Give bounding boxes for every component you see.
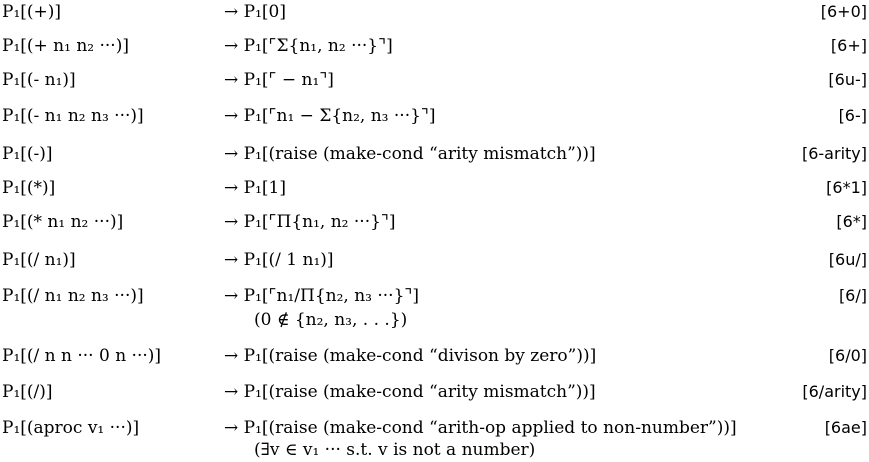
rule-rhs: → P₁[⌜n₁ − Σ{n₂, n₃ ···}⌝] (224, 106, 436, 126)
rule-lhs: P₁[(+)] (2, 2, 62, 22)
rule-side-condition: (∃v ∈ v₁ ··· s.t. v is not a number) (254, 440, 536, 460)
rule-rhs: → P₁[⌜Π{n₁, n₂ ···}⌝] (224, 212, 396, 232)
rule-row: P₁[(-)] → P₁[(raise (make-cond “arity mi… (0, 142, 869, 166)
rule-tag: [6/arity] (802, 382, 867, 401)
rule-rhs: → P₁[⌜n₁/Π{n₂, n₃ ···}⌝] (224, 286, 420, 306)
rule-row: P₁[(- n₁)] → P₁[⌜ − n₁⌝] [6u-] (0, 68, 869, 92)
rule-tag: [6/0] (828, 346, 867, 365)
rule-side-condition: (0 ∉ {n₂, n₃, . . .}) (254, 310, 408, 330)
rule-tag: [6u/] (828, 250, 867, 269)
rule-lhs: P₁[(aproc v₁ ···)] (2, 418, 140, 438)
rule-lhs: P₁[(/)] (2, 382, 53, 402)
rule-tag: [6ae] (824, 418, 867, 437)
rule-rhs: → P₁[0] (224, 2, 286, 22)
rule-row: P₁[(aproc v₁ ···)] → P₁[(raise (make-con… (0, 416, 869, 440)
rule-tag: [6*1] (826, 178, 867, 197)
rule-lhs: P₁[(-)] (2, 144, 53, 164)
rule-row: P₁[(/ n₁)] → P₁[(/ 1 n₁)] [6u/] (0, 248, 869, 272)
rule-tag: [6-] (838, 106, 867, 125)
rule-rhs: → P₁[(raise (make-cond “arith-op applied… (224, 418, 737, 438)
rule-rhs: → P₁[⌜Σ{n₁, n₂ ···}⌝] (224, 36, 393, 56)
rule-lhs: P₁[(/ n₁ n₂ n₃ ···)] (2, 286, 144, 306)
rule-rhs: → P₁[⌜ − n₁⌝] (224, 70, 334, 90)
rule-tag: [6/] (838, 286, 867, 305)
rule-lhs: P₁[(+ n₁ n₂ ···)] (2, 36, 129, 56)
rule-lhs: P₁[(/ n₁)] (2, 250, 76, 270)
rule-row: P₁[(* n₁ n₂ ···)] → P₁[⌜Π{n₁, n₂ ···}⌝] … (0, 210, 869, 234)
rule-rhs: → P₁[(raise (make-cond “divison by zero”… (224, 346, 597, 366)
rule-tag: [6u-] (828, 70, 867, 89)
rule-lhs: P₁[(* n₁ n₂ ···)] (2, 212, 124, 232)
rule-row: P₁[(/)] → P₁[(raise (make-cond “arity mi… (0, 380, 869, 404)
rule-lhs: P₁[(- n₁ n₂ n₃ ···)] (2, 106, 144, 126)
rule-tag: [6*] (836, 212, 867, 231)
rule-lhs: P₁[(- n₁)] (2, 70, 76, 90)
rule-row: P₁[(/ n n ··· 0 n ···)] → P₁[(raise (mak… (0, 344, 869, 368)
rule-row: P₁[(+ n₁ n₂ ···)] → P₁[⌜Σ{n₁, n₂ ···}⌝] … (0, 34, 869, 58)
rule-tag: [6+0] (820, 2, 867, 21)
rule-rhs: → P₁[(raise (make-cond “arity mismatch”)… (224, 382, 596, 402)
rule-rhs: → P₁[(/ 1 n₁)] (224, 250, 334, 270)
rule-lhs: P₁[(/ n n ··· 0 n ···)] (2, 346, 162, 366)
rule-lhs: P₁[(*)] (2, 178, 56, 198)
rule-rhs: → P₁[1] (224, 178, 286, 198)
rule-row: P₁[(- n₁ n₂ n₃ ···)] → P₁[⌜n₁ − Σ{n₂, n₃… (0, 104, 869, 128)
rule-row: P₁[(/ n₁ n₂ n₃ ···)] → P₁[⌜n₁/Π{n₂, n₃ ·… (0, 284, 869, 308)
rule-tag: [6-arity] (801, 144, 867, 163)
rule-tag: [6+] (830, 36, 867, 55)
rule-rhs: → P₁[(raise (make-cond “arity mismatch”)… (224, 144, 596, 164)
rule-row: P₁[(+)] → P₁[0] [6+0] (0, 0, 869, 24)
rule-row: P₁[(*)] → P₁[1] [6*1] (0, 176, 869, 200)
